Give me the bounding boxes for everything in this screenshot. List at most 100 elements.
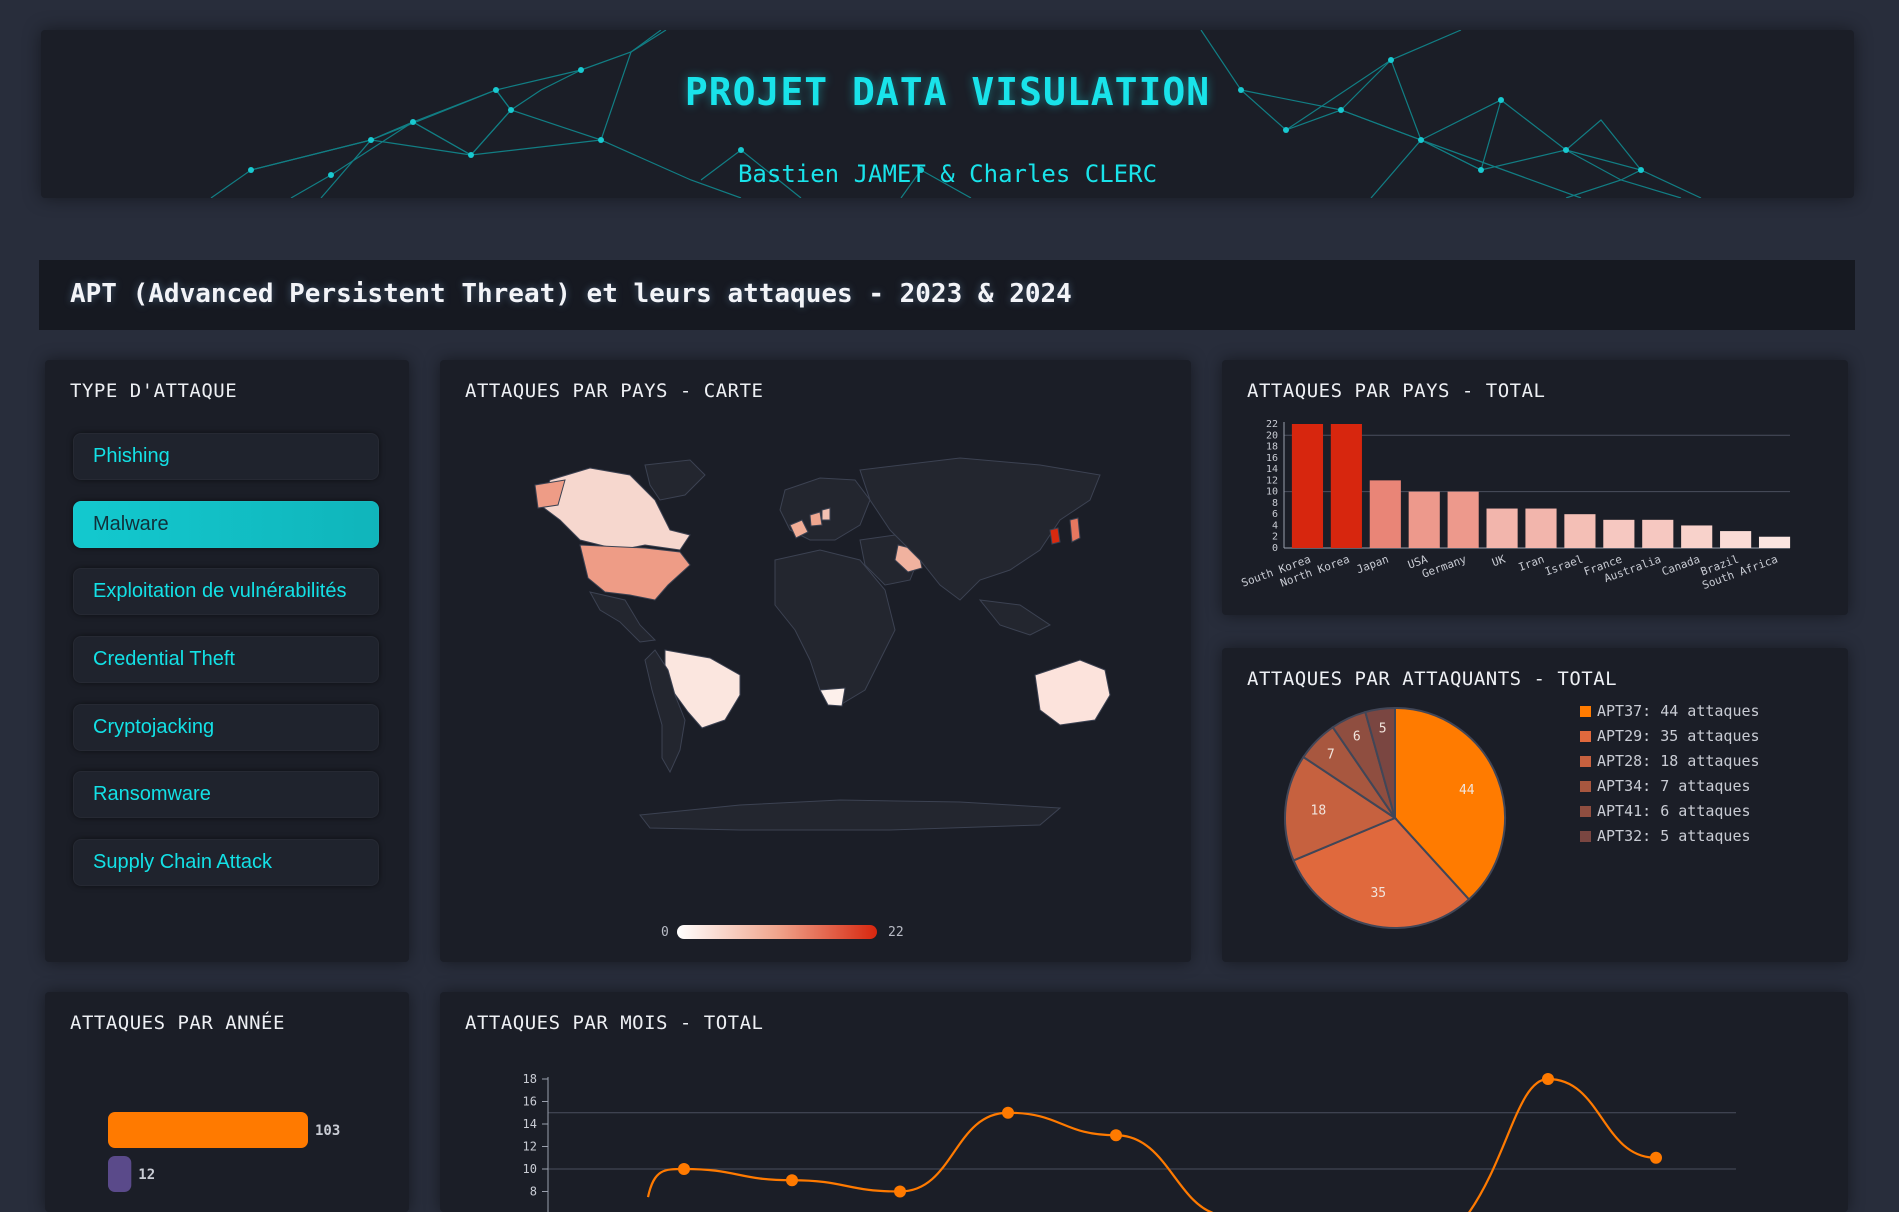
x-tick-label: Canada xyxy=(1660,553,1702,579)
legend-swatch xyxy=(1580,706,1591,717)
map-country-japan xyxy=(1069,517,1081,543)
scale-min-label: 0 xyxy=(661,925,669,940)
y-tick-label: 12 xyxy=(1266,475,1278,486)
filter-button-cryptojacking[interactable]: Cryptojacking xyxy=(73,704,379,751)
y-tick-label: 20 xyxy=(1266,430,1278,441)
pie-slice-label: 6 xyxy=(1353,729,1361,744)
line-point[interactable] xyxy=(1650,1151,1662,1164)
bar-japan[interactable] xyxy=(1369,480,1401,548)
line-point[interactable] xyxy=(678,1163,690,1175)
legend-label: APT37: 44 attaques xyxy=(1597,702,1760,720)
year-bar-chart: 103 12 xyxy=(108,1112,340,1192)
bar-south-africa[interactable] xyxy=(1758,536,1791,548)
y-tick-label: 10 xyxy=(1266,487,1278,498)
x-tick-label: UK xyxy=(1490,552,1507,569)
y-tick-label: 16 xyxy=(523,1095,537,1109)
month-line-chart: 8 10 12 14 16 18 xyxy=(523,1072,1736,1212)
map-country-uk xyxy=(821,507,831,521)
y-tick-label: 8 xyxy=(530,1185,537,1199)
pie-slice-label: 35 xyxy=(1370,886,1386,901)
map-country-south-africa xyxy=(819,687,846,707)
y-tick-label: 6 xyxy=(1272,509,1278,520)
y-tick-label: 22 xyxy=(1266,419,1278,430)
attacker-pie-panel: ATTAQUES PAR ATTAQUANTS - TOTAL 44 APT37:… xyxy=(1222,648,1848,962)
legend-swatch xyxy=(1580,731,1591,742)
bar-australia[interactable] xyxy=(1642,519,1674,548)
country-bar-panel: ATTAQUES PAR PAYS - TOTAL 0 2 4 6 8 10 12 14 16 1… xyxy=(1222,360,1848,615)
attack-type-panel: TYPE D'ATTAQUE Phishing Malware Exploita… xyxy=(45,360,409,962)
bar-canada[interactable] xyxy=(1681,525,1713,548)
panel-title: TYPE D'ATTAQUE xyxy=(70,380,238,402)
y-tick-label: 4 xyxy=(1272,520,1278,531)
bar-france[interactable] xyxy=(1603,519,1635,548)
header-banner: PROJET DATA VISULATION Bastien JAMET & C… xyxy=(41,30,1854,198)
line-point[interactable] xyxy=(1110,1129,1122,1142)
bar-usa[interactable] xyxy=(1408,491,1440,548)
pie-slice-label: 7 xyxy=(1327,748,1335,763)
line-point[interactable] xyxy=(1002,1106,1014,1119)
legend-label: APT34: 7 attaques xyxy=(1597,777,1751,795)
filter-button-credential-theft[interactable]: Credential Theft xyxy=(73,636,379,683)
map-region-southeast-asia xyxy=(978,599,1051,636)
country-bar-chart: 0246810121416182022South KoreaNorth Kore… xyxy=(1240,419,1791,592)
filter-button-exploitation[interactable]: Exploitation de vulnérabilités xyxy=(73,568,379,615)
pie-slice-label: 44 xyxy=(1459,783,1475,798)
world-map[interactable]: 0 22 xyxy=(440,360,1191,962)
map-country-usa xyxy=(579,544,691,601)
map-country-korea xyxy=(1049,527,1061,545)
year-panel: ATTAQUES PAR ANNÉE 103 12 xyxy=(45,992,409,1212)
legend-swatch xyxy=(1580,781,1591,792)
line-point[interactable] xyxy=(786,1174,798,1187)
bar-germany[interactable] xyxy=(1447,491,1479,548)
filter-button-malware[interactable]: Malware xyxy=(73,501,379,548)
legend-swatch xyxy=(1580,806,1591,817)
legend-label: APT28: 18 attaques xyxy=(1597,752,1760,770)
y-tick-label: 0 xyxy=(1272,543,1278,554)
color-scale-bar xyxy=(677,925,877,939)
pie-slice-label: 18 xyxy=(1311,804,1327,819)
bar-iran[interactable] xyxy=(1525,508,1557,548)
legend-label: APT41: 6 attaques xyxy=(1597,802,1751,820)
line-series-tail xyxy=(1115,1134,1214,1212)
y-tick-label: 14 xyxy=(523,1117,537,1131)
y-tick-label: 12 xyxy=(523,1140,537,1154)
bar-south-korea[interactable] xyxy=(1291,424,1324,548)
line-series xyxy=(1547,1077,1657,1159)
section-header: APT (Advanced Persistent Threat) et leur… xyxy=(39,260,1855,330)
legend-swatch xyxy=(1580,831,1591,842)
year-bar[interactable] xyxy=(108,1112,308,1148)
bar-uk[interactable] xyxy=(1486,508,1518,548)
bar-brazil[interactable] xyxy=(1720,531,1752,548)
year-bar-label: 103 xyxy=(315,1123,340,1139)
y-tick-label: 18 xyxy=(523,1072,537,1086)
line-series xyxy=(683,1111,1117,1193)
month-panel: ATTAQUES PAR MOIS - TOTAL 8 10 12 14 16 18 xyxy=(440,992,1848,1212)
y-tick-label: 8 xyxy=(1272,498,1278,509)
line-point[interactable] xyxy=(894,1185,906,1198)
year-bar[interactable] xyxy=(108,1156,132,1192)
x-tick-label: Iran xyxy=(1517,553,1546,574)
bar-israel[interactable] xyxy=(1564,514,1596,548)
filter-button-supply-chain[interactable]: Supply Chain Attack xyxy=(73,839,379,886)
pie-slice-label: 5 xyxy=(1379,722,1387,737)
map-country-australia xyxy=(1034,659,1111,726)
line-point[interactable] xyxy=(1542,1073,1554,1085)
page-title: PROJET DATA VISULATION xyxy=(684,70,1211,114)
y-tick-label: 16 xyxy=(1266,453,1278,464)
y-tick-label: 14 xyxy=(1266,464,1278,475)
y-tick-label: 18 xyxy=(1266,442,1278,453)
map-region-central-america xyxy=(589,591,657,643)
x-tick-label: Japan xyxy=(1355,553,1391,577)
scale-max-label: 22 xyxy=(888,925,904,940)
bar-north-korea[interactable] xyxy=(1330,424,1362,548)
legend-swatch xyxy=(1580,756,1591,767)
section-title: APT (Advanced Persistent Threat) et leur… xyxy=(70,279,1072,309)
x-tick-label: Germany xyxy=(1420,552,1468,580)
legend-label: APT32: 5 attaques xyxy=(1597,827,1751,845)
filter-button-ransomware[interactable]: Ransomware xyxy=(73,771,379,818)
y-tick-label: 10 xyxy=(523,1162,537,1176)
filter-button-phishing[interactable]: Phishing xyxy=(73,433,379,480)
y-tick-label: 2 xyxy=(1272,532,1278,543)
map-region-greenland xyxy=(644,459,706,501)
line-series-lead xyxy=(646,1167,685,1198)
